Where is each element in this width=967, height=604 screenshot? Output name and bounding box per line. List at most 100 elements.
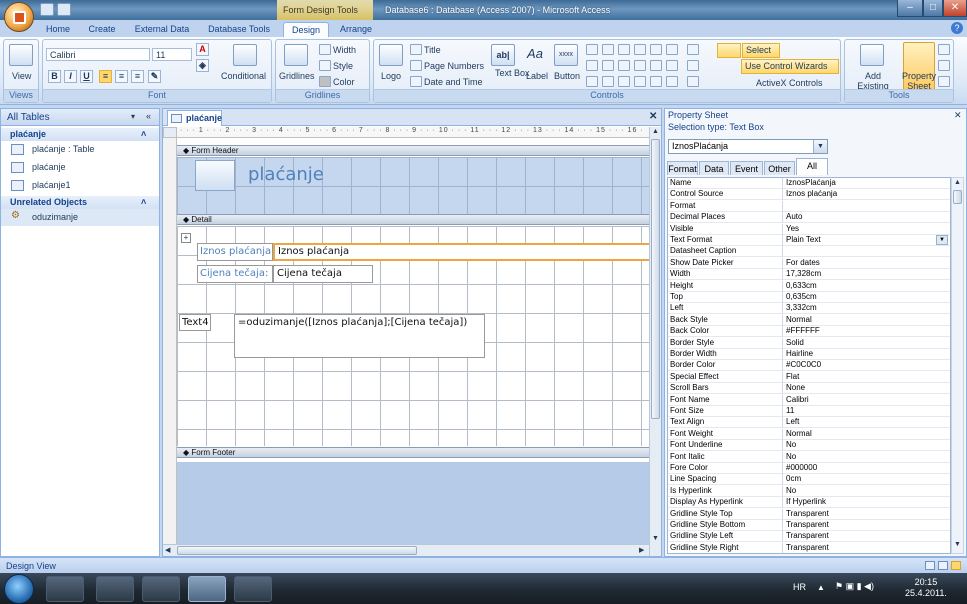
- property-value[interactable]: 0,635cm: [786, 292, 817, 301]
- nav-group-unrelated[interactable]: Unrelated Objects ˄: [1, 196, 159, 209]
- form-title-label[interactable]: plaćanje: [243, 163, 483, 193]
- property-row[interactable]: Border Color #C0C0C0: [668, 360, 950, 372]
- scroll-down-icon[interactable]: ▼: [954, 541, 961, 548]
- title-button[interactable]: Title: [424, 45, 441, 55]
- property-value[interactable]: Hairline: [786, 349, 813, 358]
- property-row[interactable]: Scroll Bars None: [668, 383, 950, 395]
- check-box-icon[interactable]: [618, 60, 630, 71]
- show-hidden-icons-icon[interactable]: ▲: [817, 583, 825, 592]
- tab-data[interactable]: Data: [699, 161, 729, 175]
- property-value[interactable]: IznosPlaćanja: [786, 178, 836, 187]
- property-row[interactable]: Decimal Places Auto: [668, 212, 950, 224]
- gridlines-icon[interactable]: [284, 44, 308, 66]
- view-button[interactable]: View: [12, 71, 31, 81]
- page-break-icon[interactable]: [634, 76, 646, 87]
- bound-frame-icon[interactable]: [618, 76, 630, 87]
- view-icon[interactable]: [9, 44, 33, 66]
- media-player-icon[interactable]: [46, 576, 84, 602]
- chevron-down-icon[interactable]: ▼: [813, 140, 827, 153]
- save-icon[interactable]: [40, 3, 54, 16]
- property-row[interactable]: Top 0,635cm: [668, 292, 950, 303]
- form-selector[interactable]: [163, 127, 177, 138]
- convert-macros-icon[interactable]: [938, 60, 950, 71]
- tab-format[interactable]: Format: [667, 161, 698, 175]
- add-existing-fields-icon[interactable]: [860, 44, 884, 66]
- property-row[interactable]: Special Effect Flat: [668, 371, 950, 383]
- close-property-sheet-icon[interactable]: ✕: [954, 110, 962, 121]
- property-value[interactable]: Normal: [786, 315, 812, 324]
- clock[interactable]: 20:15 25.4.2011.: [905, 577, 947, 599]
- property-value[interactable]: Left: [786, 417, 799, 426]
- combo-box-icon[interactable]: [586, 60, 598, 71]
- horizontal-scrollbar[interactable]: ◀ ▶: [163, 544, 649, 556]
- bold-button[interactable]: B: [48, 70, 61, 83]
- underline-button[interactable]: U: [80, 70, 93, 83]
- property-value[interactable]: Plain Text: [786, 235, 821, 244]
- property-row[interactable]: Text Format Plain Text ▼: [668, 235, 950, 246]
- property-row[interactable]: Text Align Left: [668, 417, 950, 429]
- property-row[interactable]: Height 0,633cm: [668, 280, 950, 292]
- chevron-up-icon[interactable]: ˄: [141, 129, 146, 139]
- property-row[interactable]: Format: [668, 200, 950, 212]
- fill-color-icon[interactable]: ◈: [196, 59, 209, 72]
- conditional-button[interactable]: Conditional: [221, 71, 266, 81]
- property-row[interactable]: Width 17,328cm: [668, 269, 950, 281]
- property-row[interactable]: Display As Hyperlink If Hyperlink: [668, 497, 950, 509]
- line-type-icon[interactable]: [687, 60, 699, 71]
- property-value[interactable]: Transparent: [786, 543, 829, 552]
- property-row[interactable]: Font Underline No: [668, 440, 950, 452]
- system-tray-icons[interactable]: ⚑ ▣ ▮ ◀): [835, 581, 895, 593]
- style-button[interactable]: Style: [333, 61, 353, 71]
- logo-button[interactable]: Logo: [381, 71, 401, 81]
- layout-selector-icon[interactable]: +: [181, 233, 191, 243]
- property-value[interactable]: Solid: [786, 338, 804, 347]
- line-color-icon[interactable]: [687, 76, 699, 87]
- tab-all[interactable]: All: [796, 158, 828, 175]
- label-iznos-placanja[interactable]: Iznos plaćanja:: [197, 243, 273, 261]
- property-value[interactable]: 17,328cm: [786, 269, 821, 278]
- minimize-button[interactable]: –: [897, 0, 923, 17]
- page-numbers-button[interactable]: Page Numbers: [424, 61, 484, 71]
- property-scroll-thumb[interactable]: [953, 190, 962, 204]
- section-bar-form-footer[interactable]: ◆ Form Footer: [177, 447, 649, 458]
- property-value[interactable]: Flat: [786, 372, 799, 381]
- help-icon[interactable]: ?: [951, 22, 963, 34]
- tab-create[interactable]: Create: [82, 22, 122, 38]
- property-value[interactable]: Transparent: [786, 531, 829, 540]
- nav-group-placanje[interactable]: plaćanje ˄: [1, 128, 159, 141]
- option-button-icon[interactable]: [602, 76, 614, 87]
- hyperlink-icon[interactable]: [650, 76, 662, 87]
- line-thickness-icon[interactable]: [687, 44, 699, 55]
- set-control-defaults-icon[interactable]: [717, 43, 741, 58]
- property-row[interactable]: Show Date Picker For dates: [668, 257, 950, 269]
- tab-arrange[interactable]: Arrange: [334, 22, 378, 38]
- firefox-icon[interactable]: [142, 576, 180, 602]
- nav-item-placanje-table[interactable]: plaćanje : Table: [1, 141, 159, 158]
- subform-in-new-window-icon[interactable]: [938, 76, 950, 87]
- explorer-icon[interactable]: [96, 576, 134, 602]
- undo-icon[interactable]: [57, 3, 71, 16]
- label-icon[interactable]: Aa: [523, 44, 547, 66]
- font-name-select[interactable]: Calibri: [46, 48, 150, 61]
- label-text4[interactable]: Text4: [179, 314, 211, 331]
- layout-view-icon[interactable]: [938, 561, 948, 570]
- rectangle-icon[interactable]: [602, 60, 614, 71]
- date-time-button[interactable]: Date and Time: [424, 77, 483, 87]
- scroll-up-icon[interactable]: ▲: [652, 128, 659, 135]
- property-row[interactable]: Is Hyperlink No: [668, 485, 950, 497]
- property-row[interactable]: Gridline Style Right Transparent: [668, 542, 950, 553]
- property-value[interactable]: Normal: [786, 429, 812, 438]
- option-group-icon[interactable]: [586, 76, 598, 87]
- property-row[interactable]: Font Size 11: [668, 406, 950, 417]
- property-row[interactable]: Line Spacing 0cm: [668, 474, 950, 486]
- text-box-button[interactable]: Text Box: [495, 68, 530, 78]
- property-value[interactable]: No: [786, 452, 796, 461]
- unbound-frame-icon[interactable]: [650, 60, 662, 71]
- chevron-down-icon[interactable]: ▾: [131, 112, 135, 121]
- property-row[interactable]: Border Style Solid: [668, 337, 950, 349]
- property-row[interactable]: Left 3,332cm: [668, 303, 950, 315]
- tab-control-icon[interactable]: [586, 44, 598, 55]
- property-value[interactable]: Transparent: [786, 520, 829, 529]
- close-button[interactable]: ✕: [943, 0, 967, 17]
- align-right-icon[interactable]: ≡: [131, 70, 144, 83]
